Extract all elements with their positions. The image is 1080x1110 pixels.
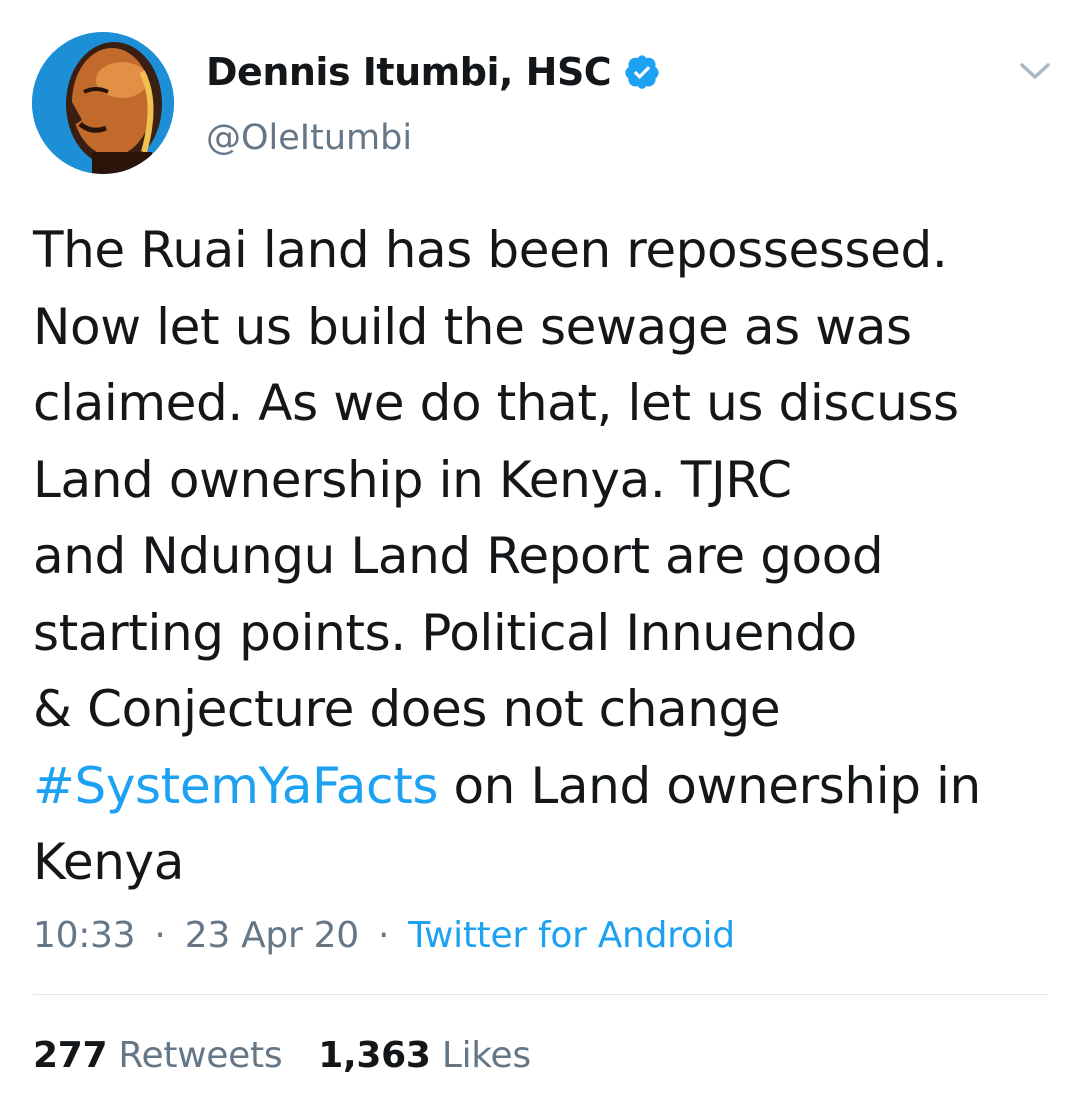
author-display-name-row[interactable]: Dennis Itumbi, HSC bbox=[206, 50, 661, 94]
likes-stat[interactable]: 1,363 Likes bbox=[318, 1032, 531, 1080]
tweet-date: 23 Apr 20 bbox=[184, 915, 359, 956]
tweet-text-line: Now let us build the sewage as was bbox=[33, 297, 912, 356]
author-handle[interactable]: @OleItumbi bbox=[206, 116, 412, 160]
tweet-meta: 10:33 · 23 Apr 20 · Twitter for Android bbox=[33, 912, 735, 960]
likes-count: 1,363 bbox=[318, 1035, 431, 1076]
user-avatar-portrait-icon bbox=[32, 32, 174, 174]
likes-label: Likes bbox=[441, 1035, 531, 1076]
tweet-text-line: The Ruai land has been repossessed. bbox=[33, 221, 948, 279]
verified-badge-icon bbox=[625, 55, 659, 89]
retweets-stat[interactable]: 277 Retweets bbox=[33, 1032, 283, 1080]
meta-separator: · bbox=[154, 915, 166, 956]
tweet-text-line: & Conjecture does not change bbox=[33, 680, 781, 738]
tweet-text-line: and Ndungu Land Report are good bbox=[33, 527, 884, 585]
tweet-source-link[interactable]: Twitter for Android bbox=[408, 915, 735, 956]
tweet-text-line: Land ownership in Kenya. TJRC bbox=[33, 450, 792, 509]
author-display-name[interactable]: Dennis Itumbi, HSC bbox=[206, 50, 612, 94]
divider bbox=[33, 994, 1048, 995]
chevron-down-icon[interactable] bbox=[1016, 56, 1054, 86]
tweet-stats: 277 Retweets 1,363 Likes bbox=[33, 1032, 567, 1080]
meta-separator: · bbox=[377, 915, 390, 956]
retweets-label: Retweets bbox=[118, 1035, 283, 1076]
tweet-text-line: starting points. Political Innuendo bbox=[33, 603, 857, 662]
tweet-text-line-hashtag: #SystemYaFacts on Land ownership in bbox=[33, 748, 1063, 825]
hashtag-link[interactable]: #SystemYaFacts bbox=[33, 757, 438, 815]
tweet-text-fragment: on Land ownership in bbox=[438, 756, 981, 815]
retweets-count: 277 bbox=[33, 1035, 108, 1076]
tweet-text-line: Kenya bbox=[33, 833, 184, 891]
tweet-text: The Ruai land has been repossessed. Now … bbox=[33, 212, 1063, 901]
tweet-text-line: claimed. As we do that, let us discuss bbox=[33, 374, 959, 432]
tweet-time: 10:33 bbox=[33, 915, 136, 956]
author-avatar[interactable] bbox=[32, 32, 174, 174]
